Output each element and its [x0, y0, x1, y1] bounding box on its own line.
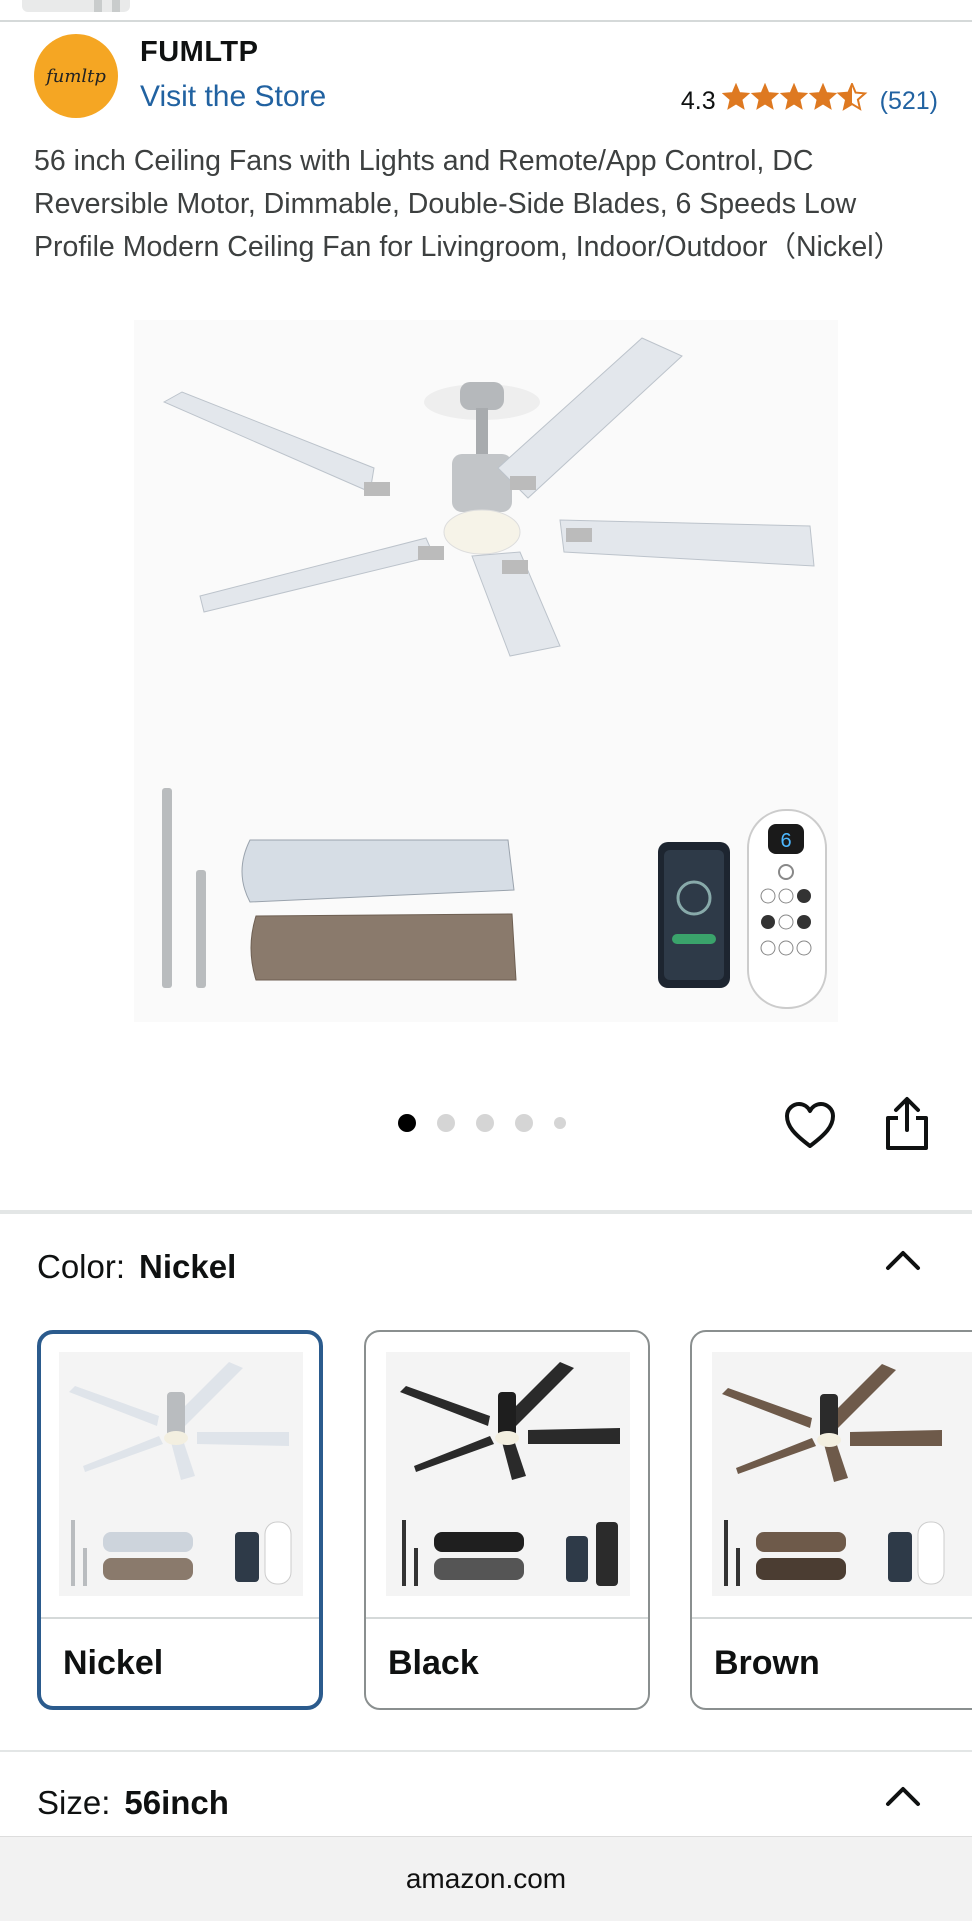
- fan-illustration: [162, 337, 815, 657]
- swatch-label: Brown: [714, 1644, 820, 1682]
- chevron-up-icon[interactable]: [884, 1248, 922, 1272]
- swatch-label: Nickel: [63, 1644, 164, 1682]
- product-image[interactable]: 6: [134, 320, 838, 1022]
- swatch-label: Black: [388, 1644, 479, 1682]
- tab-handle: [22, 0, 130, 12]
- swatch-divider: [366, 1617, 648, 1619]
- visit-store-link[interactable]: Visit the Store: [140, 80, 326, 114]
- color-option-black[interactable]: Black: [364, 1330, 650, 1710]
- carousel-dot[interactable]: [437, 1114, 455, 1132]
- url-text: amazon.com: [405, 1863, 567, 1894]
- carousel-dot[interactable]: [398, 1114, 416, 1132]
- rating-stars-icon: [722, 83, 872, 119]
- share-icon[interactable]: [882, 1096, 932, 1152]
- section-divider: [0, 1750, 972, 1752]
- rating-count: (521): [879, 86, 938, 115]
- remote-display: 6: [780, 830, 791, 852]
- swatch-thumbnail: [386, 1352, 630, 1596]
- swatch-divider: [41, 1617, 319, 1619]
- browser-address-bar[interactable]: amazon.com: [0, 1836, 972, 1921]
- swatch-thumbnail: [59, 1352, 303, 1596]
- color-option-nickel[interactable]: Nickel: [37, 1330, 323, 1710]
- rating[interactable]: 4.3 (521): [681, 83, 938, 119]
- size-label-text: Size:: [37, 1784, 111, 1821]
- heart-icon[interactable]: [784, 1100, 836, 1152]
- brand-logo[interactable]: fumltp: [34, 34, 118, 118]
- carousel-dot[interactable]: [554, 1117, 566, 1129]
- swatch-thumbnail: [712, 1352, 972, 1596]
- chevron-up-icon[interactable]: [884, 1784, 922, 1808]
- top-strip: [0, 0, 972, 22]
- color-option-brown[interactable]: Brown: [690, 1330, 972, 1710]
- brand-logo-text: fumltp: [46, 65, 106, 87]
- color-label-text: Color:: [37, 1248, 126, 1285]
- carousel-dot[interactable]: [515, 1114, 533, 1132]
- size-label: Size: 56inch: [37, 1784, 229, 1822]
- product-title: 56 inch Ceiling Fans with Lights and Rem…: [34, 145, 903, 263]
- store-name: FUMLTP: [140, 36, 259, 68]
- swatch-divider: [692, 1617, 972, 1619]
- carousel-dot[interactable]: [476, 1114, 494, 1132]
- rating-value: 4.3: [680, 86, 716, 115]
- image-carousel-dots[interactable]: [398, 1114, 587, 1132]
- color-selected-value: Nickel: [139, 1248, 237, 1285]
- color-label: Color: Nickel: [37, 1248, 236, 1286]
- section-divider: [0, 1210, 972, 1214]
- size-selected-value: 56inch: [124, 1784, 229, 1821]
